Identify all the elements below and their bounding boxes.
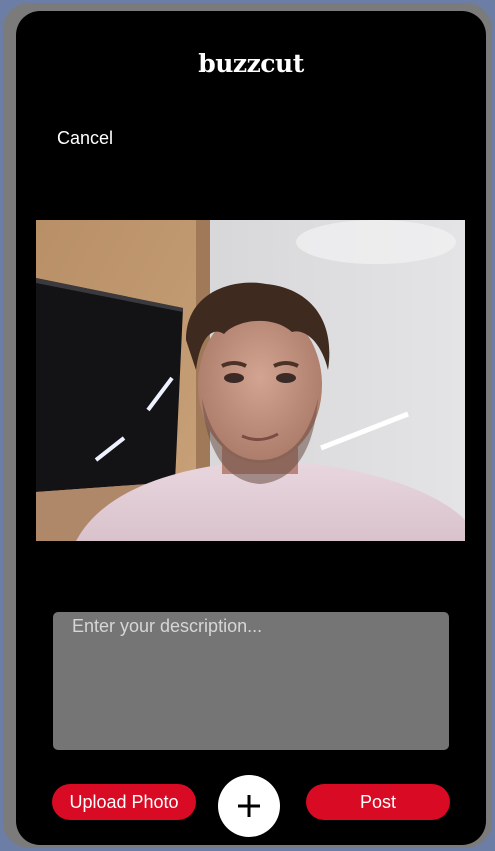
photo-image	[36, 220, 465, 541]
add-button[interactable]	[218, 775, 280, 837]
upload-photo-button[interactable]: Upload Photo	[52, 784, 196, 820]
description-input[interactable]	[53, 612, 449, 750]
phone-frame: buzzcut Cancel Enter your description...…	[3, 3, 492, 848]
cancel-button[interactable]: Cancel	[57, 128, 113, 149]
app-screen: buzzcut Cancel Enter your description...…	[16, 11, 486, 845]
plus-icon	[238, 795, 260, 817]
app-title: buzzcut	[198, 49, 304, 78]
post-button[interactable]: Post	[306, 784, 450, 820]
captured-photo	[36, 220, 465, 541]
